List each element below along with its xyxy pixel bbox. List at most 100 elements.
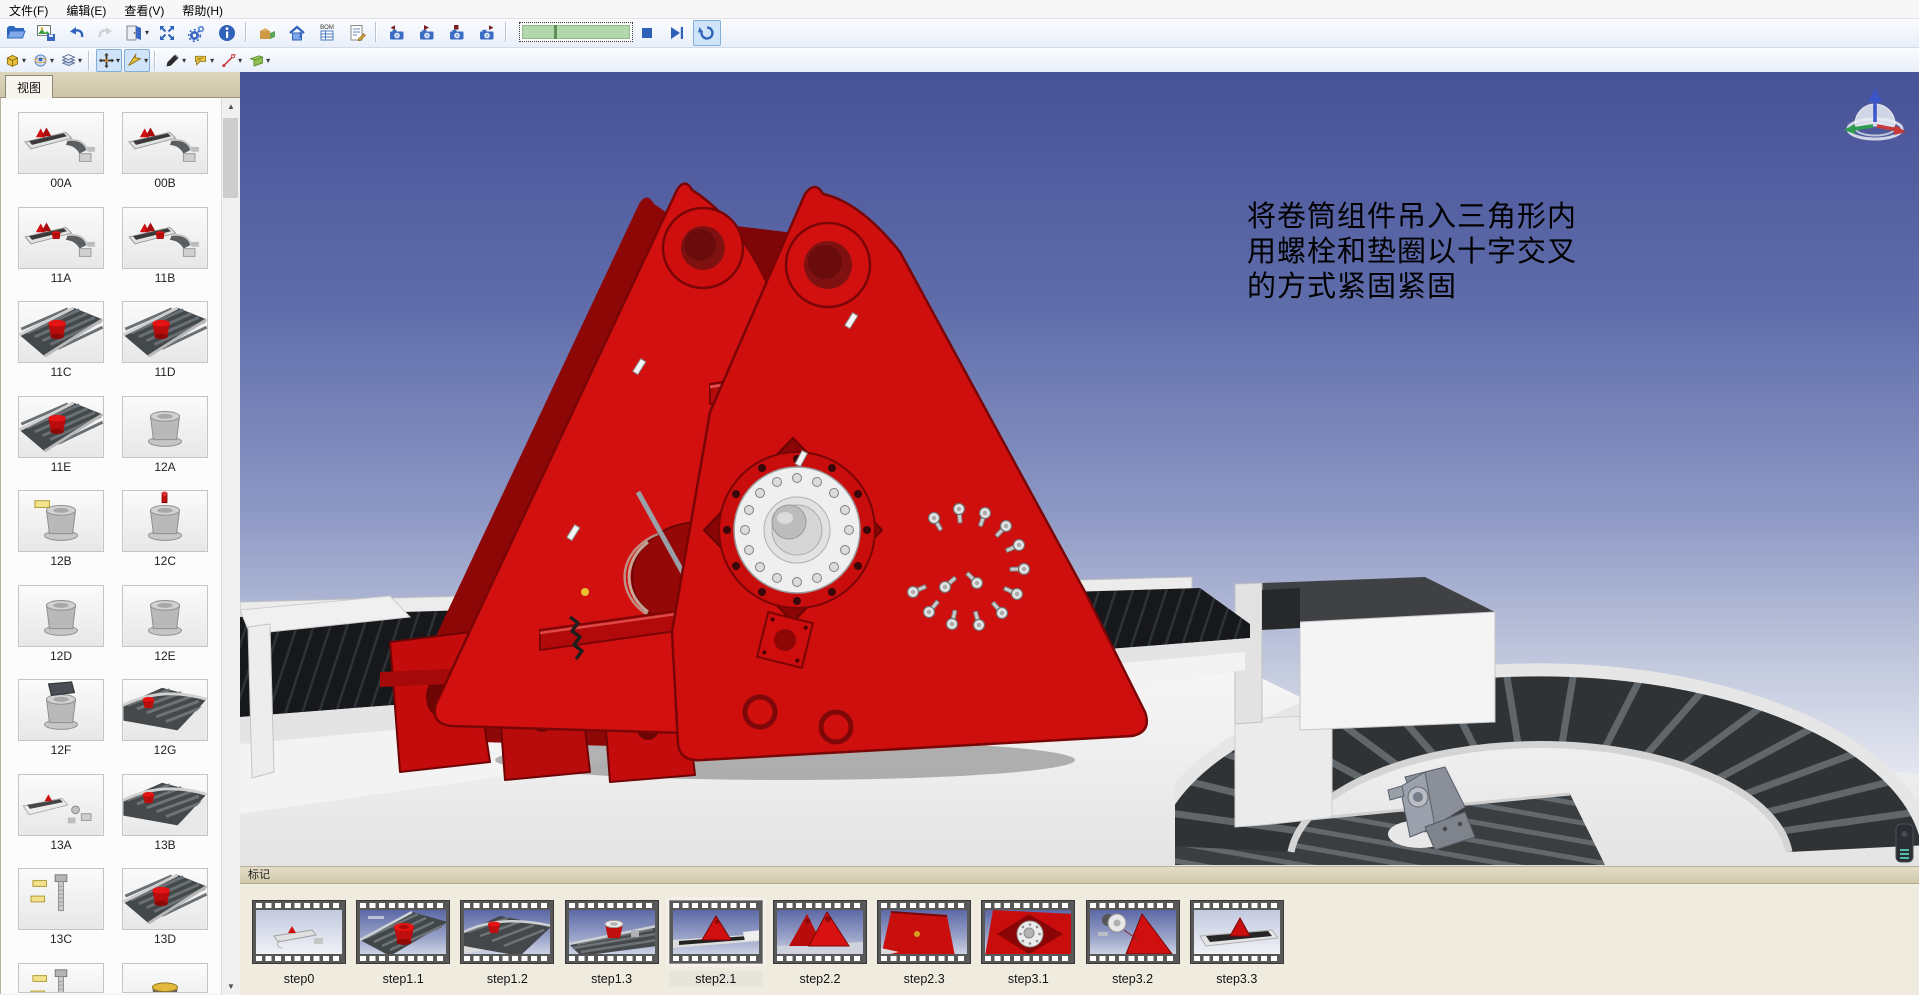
stop-button[interactable] (633, 20, 661, 46)
view-thumbnail-12D[interactable] (18, 585, 104, 647)
view-thumbnail-13A[interactable] (18, 774, 104, 836)
chevron-down-icon[interactable]: ▾ (116, 57, 120, 65)
view-thumbnail-11C[interactable] (18, 301, 104, 363)
camera-play-button[interactable] (413, 20, 441, 46)
chevron-down-icon[interactable]: ▾ (210, 57, 214, 65)
mark-thumbnail-step3.3[interactable] (1190, 900, 1284, 964)
mark-thumbnail-step3.1[interactable] (981, 900, 1075, 964)
view-thumbnail-label: 00B (122, 176, 208, 191)
menu-edit[interactable]: 编辑(E) (57, 0, 115, 20)
save-image-button[interactable] (32, 20, 60, 46)
redo-button[interactable] (92, 20, 120, 46)
menu-file[interactable]: 文件(F) (0, 0, 57, 20)
render-mode-button[interactable]: ▾ (58, 49, 84, 72)
animation-timeline-slider[interactable] (519, 22, 633, 42)
menu-help[interactable]: 帮助(H) (173, 0, 232, 20)
tab-marks[interactable]: 标记 (240, 867, 1919, 884)
cam-back-icon (387, 23, 407, 43)
sidebar-scrollbar[interactable]: ▲ ▼ (221, 98, 240, 994)
mark-label[interactable]: step2.2 (773, 971, 867, 987)
mark-label[interactable]: step2.1 (669, 971, 763, 987)
view-thumbnail-13D[interactable] (122, 868, 208, 930)
loop-button[interactable] (693, 20, 721, 46)
mark-label[interactable]: step1.3 (565, 971, 659, 987)
move-tool-button[interactable]: ▾ (96, 49, 122, 72)
view-thumbnail-11B[interactable] (122, 207, 208, 269)
view-thumbnail-12A[interactable] (122, 396, 208, 458)
viewport-3d[interactable]: 将卷筒组件吊入三角形内 用螺栓和垫圈以十字交叉 的方式紧固紧固 (240, 72, 1919, 866)
chevron-down-icon[interactable]: ▾ (238, 57, 242, 65)
view-thumbnail-label: 11C (18, 365, 104, 380)
measure-tool-button[interactable]: ▾ (218, 49, 244, 72)
view-thumbnail-12G[interactable] (122, 679, 208, 741)
view-thumbnail-13B[interactable] (122, 774, 208, 836)
viewport-edge-widget[interactable] (1896, 824, 1913, 862)
tab-views[interactable]: 视图 (5, 75, 53, 99)
view-thumbnail[interactable] (18, 963, 104, 993)
view-thumbnail-00B[interactable] (122, 112, 208, 174)
home-view-button[interactable] (283, 20, 311, 46)
mark-thumbnail-step1.2[interactable] (460, 900, 554, 964)
film-sprockets (881, 903, 967, 908)
scroll-up-icon[interactable]: ▲ (222, 98, 240, 114)
mark-label[interactable]: step1.2 (460, 971, 554, 987)
mark-label[interactable]: step1.1 (356, 971, 450, 987)
camera-next-button[interactable] (473, 20, 501, 46)
mark-thumbnail-step3.2[interactable] (1086, 900, 1180, 964)
mark-label[interactable]: step0 (252, 971, 346, 987)
fit-view-button[interactable] (153, 20, 181, 46)
view-thumbnail-00A[interactable] (18, 112, 104, 174)
exit-view-button[interactable]: ▾ (122, 20, 151, 46)
notes-button[interactable] (343, 20, 371, 46)
chevron-down-icon[interactable]: ▾ (78, 57, 82, 65)
settings-button[interactable] (183, 20, 211, 46)
view-thumbnail-label: 12G (122, 743, 208, 758)
mark-label[interactable]: step3.1 (981, 971, 1075, 987)
undo-button[interactable] (62, 20, 90, 46)
view-thumbnail-11A[interactable] (18, 207, 104, 269)
bom-button[interactable]: BOM (313, 20, 341, 46)
model-mode-button[interactable]: ▾ (2, 49, 28, 72)
mark-label[interactable]: step3.3 (1190, 971, 1284, 987)
import-package-button[interactable] (253, 20, 281, 46)
camera-orbit-button[interactable]: ▾ (30, 49, 56, 72)
info-button[interactable] (213, 20, 241, 46)
camera-stop-button[interactable] (443, 20, 471, 46)
mark-thumbnail-step1.3[interactable] (565, 900, 659, 964)
view-thumbnail-13C[interactable] (18, 868, 104, 930)
move-icon (98, 52, 115, 69)
toolbar-separator (375, 22, 377, 42)
callout-tool-button[interactable]: ▾ (190, 49, 216, 72)
view-thumbnail-11E[interactable] (18, 396, 104, 458)
view-thumbnail-12B[interactable] (18, 490, 104, 552)
mark-label[interactable]: step3.2 (1086, 971, 1180, 987)
fly-tool-button[interactable]: ▾ (124, 49, 150, 72)
chevron-down-icon[interactable]: ▾ (266, 57, 270, 65)
view-thumbnail-12E[interactable] (122, 585, 208, 647)
view-thumbnail[interactable] (122, 963, 208, 993)
camera-previous-button[interactable] (383, 20, 411, 46)
chevron-down-icon[interactable]: ▾ (50, 57, 54, 65)
timeline-position-marker[interactable] (554, 25, 557, 39)
menu-bar: 文件(F)编辑(E)查看(V)帮助(H) (0, 0, 1919, 19)
mark-thumbnail-step1.1[interactable] (356, 900, 450, 964)
mark-thumbnail-step2.1[interactable] (669, 900, 763, 964)
view-thumbnail-12C[interactable] (122, 490, 208, 552)
cutting-plane-tool-button[interactable]: ▾ (246, 49, 272, 72)
view-thumbnail-11D[interactable] (122, 301, 208, 363)
mark-label[interactable]: step2.3 (877, 971, 971, 987)
go-last-button[interactable] (663, 20, 691, 46)
chevron-down-icon[interactable]: ▾ (22, 57, 26, 65)
scrollbar-thumb[interactable] (223, 118, 238, 198)
mark-thumbnail-step2.3[interactable] (877, 900, 971, 964)
chevron-down-icon[interactable]: ▾ (145, 29, 149, 37)
mark-thumbnail-step0[interactable] (252, 900, 346, 964)
mark-thumbnail-step2.2[interactable] (773, 900, 867, 964)
chevron-down-icon[interactable]: ▾ (182, 57, 186, 65)
chevron-down-icon[interactable]: ▾ (144, 57, 148, 65)
draw-tool-button[interactable]: ▾ (162, 49, 188, 72)
scroll-down-icon[interactable]: ▼ (222, 978, 240, 994)
open-button[interactable] (2, 20, 30, 46)
view-thumbnail-12F[interactable] (18, 679, 104, 741)
menu-view[interactable]: 查看(V) (115, 0, 173, 20)
